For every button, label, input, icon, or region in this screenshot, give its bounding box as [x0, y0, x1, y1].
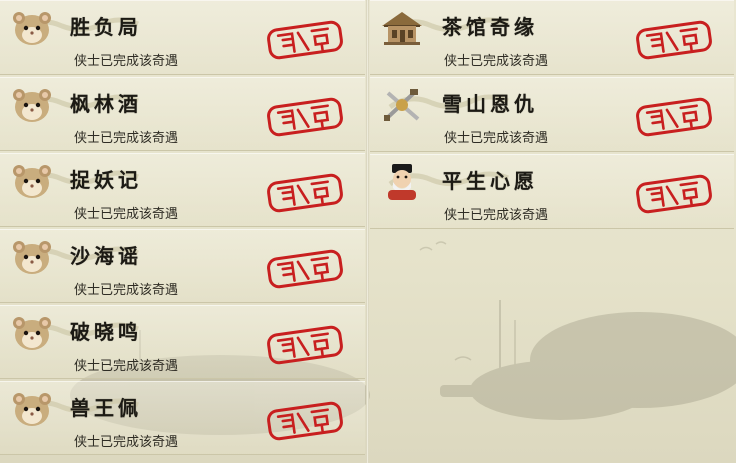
encounter-item[interactable]: 枫林酒 侠士已完成该奇遇: [0, 77, 365, 151]
encounter-title: 沙海谣: [70, 244, 142, 268]
encounter-status: 侠士已完成该奇遇: [74, 359, 179, 374]
encounter-item[interactable]: 茶馆奇缘 侠士已完成该奇遇: [370, 0, 734, 75]
right-encounter-column: 茶馆奇缘 侠士已完成该奇遇 雪山恩仇 侠士已完成该奇遇 平生心愿 侠士已完成该奇…: [370, 0, 734, 231]
encounter-status: 侠士已完成该奇遇: [444, 208, 549, 223]
bearded-scholar-icon: [388, 164, 416, 200]
encounter-status: 侠士已完成该奇遇: [74, 54, 179, 69]
encounter-title: 破晓鸣: [70, 320, 142, 344]
encounter-title: 雪山恩仇: [442, 92, 538, 116]
encounter-item[interactable]: 兽王佩 侠士已完成该奇遇: [0, 381, 365, 455]
encounter-item[interactable]: 平生心愿 侠士已完成该奇遇: [370, 154, 734, 229]
hamster-icon: [13, 12, 51, 45]
hamster-icon: [13, 89, 51, 122]
completed-seal-icon: [636, 174, 712, 214]
column-divider: [366, 0, 369, 463]
completed-seal-icon: [267, 401, 343, 441]
encounter-status: 侠士已完成该奇遇: [74, 131, 179, 146]
hamster-icon: [13, 317, 51, 350]
encounter-title: 平生心愿: [442, 169, 538, 193]
completed-seal-icon: [636, 97, 712, 137]
encounter-item[interactable]: 雪山恩仇 侠士已完成该奇遇: [370, 77, 734, 152]
encounter-title: 枫林酒: [70, 92, 142, 116]
crossed-weapons-icon: [384, 89, 420, 121]
hamster-icon: [13, 393, 51, 426]
left-encounter-column: 胜负局 侠士已完成该奇遇 枫林酒 侠士已完成该奇遇 捉妖记 侠士已完成该奇遇 沙…: [0, 0, 365, 457]
encounter-item[interactable]: 胜负局 侠士已完成该奇遇: [0, 0, 365, 75]
encounter-title: 茶馆奇缘: [442, 15, 538, 39]
teahouse-icon: [382, 12, 422, 45]
encounter-item[interactable]: 破晓鸣 侠士已完成该奇遇: [0, 305, 365, 379]
hamster-icon: [13, 165, 51, 198]
encounter-status: 侠士已完成该奇遇: [74, 435, 179, 450]
encounter-item[interactable]: 捉妖记 侠士已完成该奇遇: [0, 153, 365, 227]
completed-seal-icon: [636, 20, 712, 60]
completed-seal-icon: [267, 325, 343, 365]
completed-seal-icon: [267, 249, 343, 289]
hamster-icon: [13, 241, 51, 274]
encounter-status: 侠士已完成该奇遇: [74, 283, 179, 298]
completed-seal-icon: [267, 97, 343, 137]
encounter-title: 胜负局: [70, 15, 142, 39]
encounter-title: 兽王佩: [70, 396, 142, 420]
encounter-status: 侠士已完成该奇遇: [74, 207, 179, 222]
completed-seal-icon: [267, 20, 343, 60]
encounter-title: 捉妖记: [70, 168, 142, 192]
completed-seal-icon: [267, 173, 343, 213]
encounter-status: 侠士已完成该奇遇: [444, 54, 549, 69]
encounter-status: 侠士已完成该奇遇: [444, 131, 549, 146]
encounter-item[interactable]: 沙海谣 侠士已完成该奇遇: [0, 229, 365, 303]
